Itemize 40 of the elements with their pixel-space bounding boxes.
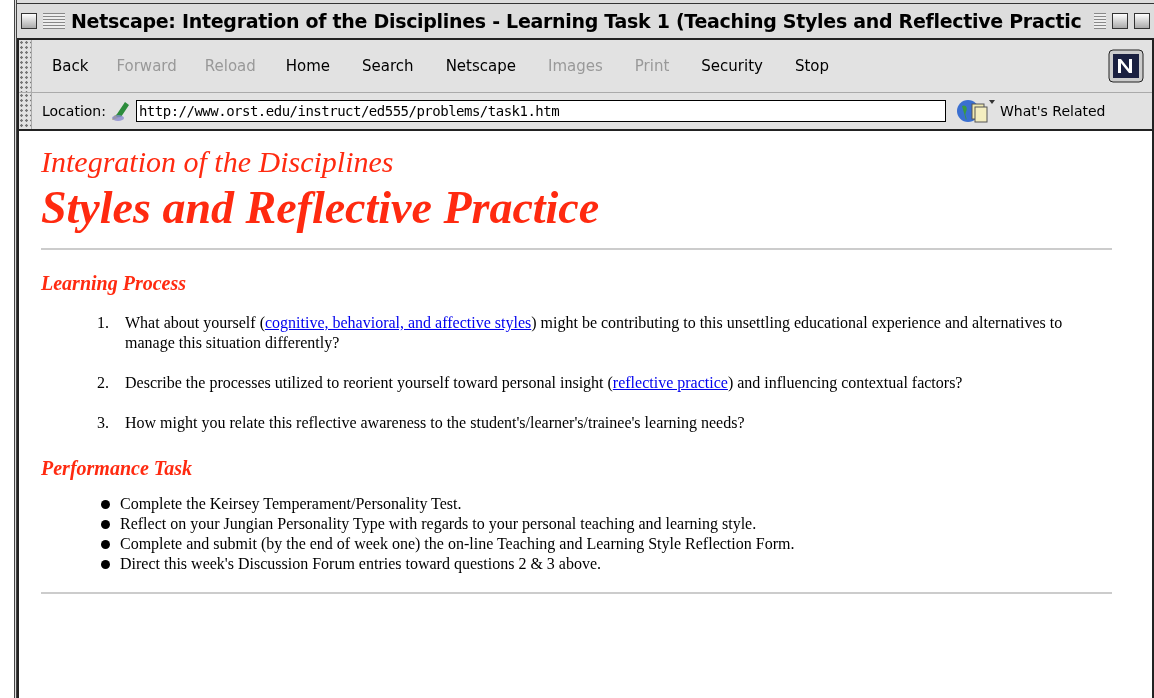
drag-stripes-icon [1094,13,1106,29]
close-box[interactable] [21,13,37,29]
url-field[interactable]: http://www.orst.edu/instruct/ed555/problems/task1.htm [135,100,946,122]
list-item-text: Complete the Keirsey Temperament/Personality Test. [120,494,463,514]
text-link[interactable]: cognitive, behavioral, and affective styles [264,314,532,331]
window-title: Netscape: Integration of the Disciplines - Learning Task 1 (Teaching Styles and Reflective Practic [71,10,1083,32]
drag-stripes-icon [43,13,65,29]
section-heading: Learning Process [41,272,187,295]
zoom-box[interactable] [1112,13,1128,29]
list-item-text: Direct this week's Discussion Forum entries toward questions 2 & 3 above. [120,554,603,574]
bullet-icon [101,500,110,509]
section-heading: Performance Task [41,457,193,480]
toolbar-button[interactable]: Search [346,57,430,75]
toolbar-button[interactable]: Stop [778,57,845,75]
page-title: Styles and Reflective Practice [41,181,601,234]
text-link[interactable]: reflective practice [612,374,728,391]
bullet-icon [101,540,110,549]
item-number: 3. [97,413,110,433]
globe-pages-icon[interactable] [955,98,996,124]
bullet-icon [101,520,110,529]
list-item-text: Complete and submit (by the end of week one) the on-line Teaching and Learning Style Reflection Form. [120,534,796,554]
bullet-icon [101,560,110,569]
list-item-text: How might you relate this reflective awareness to the student's/learner's/trainee's learning needs? [125,413,746,433]
toolbar-button[interactable]: Back [38,57,103,75]
whats-related-button[interactable]: What's Related [999,103,1112,119]
collapse-box[interactable] [1134,13,1150,29]
netscape-logo-icon[interactable] [1108,49,1144,83]
item-number: 1. [97,313,110,333]
location-label: Location: [42,103,106,119]
toolbar-button[interactable]: Security [685,57,779,75]
toolbar-button[interactable]: Netscape [429,57,532,75]
collapse-grip-icon[interactable] [19,93,32,129]
toolbar-button[interactable]: Home [269,57,347,75]
list-item-text: What about yourself (cognitive, behavioral, and affective styles) might be contributing to this unsettling educational experience and alternatives to manage this situation differently? [125,313,1064,353]
collapse-grip-icon[interactable] [19,40,32,92]
bookmark-pen-icon[interactable] [109,100,132,122]
page-subtitle: Integration of the Disciplines [41,145,395,179]
item-number: 2. [97,373,110,393]
list-item-text: Describe the processes utilized to reorient yourself toward personal insight (reflective practice) and influencing contextual factors? [125,373,964,393]
list-item-text: Reflect on your Jungian Personality Type with regards to your personal teaching and learning style. [120,514,758,534]
